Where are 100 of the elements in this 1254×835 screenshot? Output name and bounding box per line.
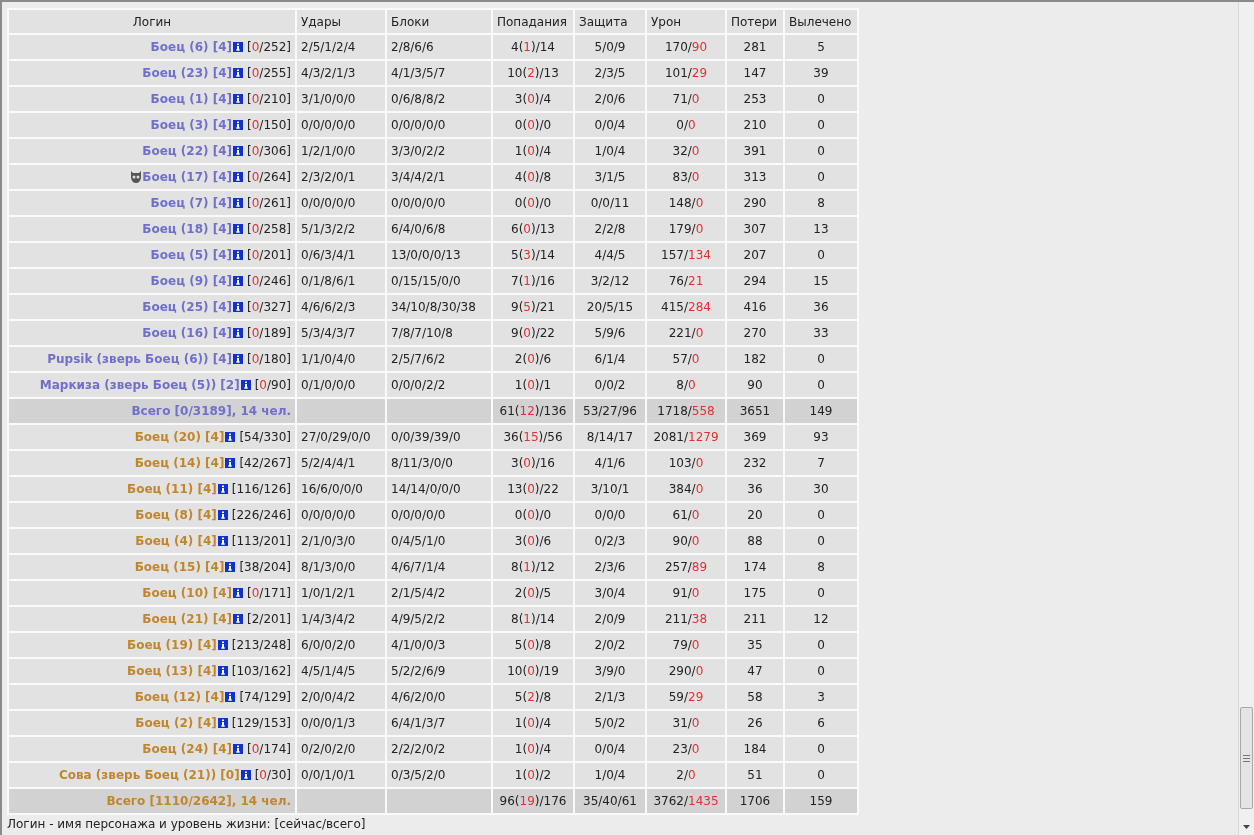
table-cell: 0/6/3/4/1 [296, 242, 386, 268]
fighter-name[interactable]: Боец (3) [4] [150, 118, 233, 132]
table-cell: 211/38 [646, 606, 726, 632]
table-cell: 2/1/3 [574, 684, 646, 710]
table-cell: 61/0 [646, 502, 726, 528]
info-icon[interactable] [225, 692, 236, 702]
table-cell: 5/3/4/3/7 [296, 320, 386, 346]
info-icon[interactable] [217, 666, 228, 676]
health-value: [0/174] [247, 742, 291, 756]
info-icon[interactable] [233, 120, 244, 130]
fighter-name[interactable]: Боец (13) [4] [127, 664, 217, 678]
table-cell: 8/14/17 [574, 424, 646, 450]
table-cell: 10(0)/19 [492, 658, 574, 684]
info-icon[interactable] [225, 458, 236, 468]
fighter-name[interactable]: Боец (15) [4] [134, 560, 225, 574]
health-value: [42/267] [239, 456, 291, 470]
grip-icon [1243, 754, 1250, 762]
table-cell: 5/0/9 [574, 34, 646, 60]
info-icon[interactable] [233, 250, 244, 260]
table-cell: 2/0/0/4/2 [296, 684, 386, 710]
fighter-name[interactable]: Боец (10) [4] [142, 586, 233, 600]
scrollbar-thumb[interactable] [1240, 707, 1253, 809]
info-icon[interactable] [233, 224, 244, 234]
table-cell: 2/1/0/3/0 [296, 528, 386, 554]
fighter-name[interactable]: Боец (5) [4] [150, 248, 233, 262]
info-icon[interactable] [233, 614, 244, 624]
fighter-name[interactable]: Боец (22) [4] [142, 144, 233, 158]
fighter-name[interactable]: Боец (17) [4] [142, 170, 233, 184]
info-icon[interactable] [240, 380, 251, 390]
info-icon[interactable] [233, 68, 244, 78]
fighter-name[interactable]: Боец (18) [4] [142, 222, 233, 236]
table-cell: 33 [784, 320, 858, 346]
table-cell: 91/0 [646, 580, 726, 606]
table-cell: 8(1)/14 [492, 606, 574, 632]
fighter-name[interactable]: Боец (1) [4] [150, 92, 233, 106]
fighter-name[interactable]: Боец (23) [4] [142, 66, 233, 80]
info-icon[interactable] [233, 198, 244, 208]
info-icon[interactable] [233, 354, 244, 364]
table-cell: 0/15/15/0/0 [386, 268, 492, 294]
table-cell: 221/0 [646, 320, 726, 346]
table-cell: 8 [784, 190, 858, 216]
table-cell: 2/3/6 [574, 554, 646, 580]
fighter-name[interactable]: Боец (19) [4] [127, 638, 217, 652]
table-cell: 149 [784, 398, 858, 424]
table-cell: 179/0 [646, 216, 726, 242]
table-cell: 76/21 [646, 268, 726, 294]
fighter-name[interactable]: Боец (16) [4] [142, 326, 233, 340]
table-cell: 3/4/4/2/1 [386, 164, 492, 190]
info-icon[interactable] [233, 172, 244, 182]
fighter-name[interactable]: Боец (11) [4] [127, 482, 217, 496]
health-value: [116/126] [231, 482, 291, 496]
table-cell: 8/1/3/0/0 [296, 554, 386, 580]
info-icon[interactable] [233, 302, 244, 312]
info-icon[interactable] [233, 276, 244, 286]
fighter-name[interactable]: Боец (25) [4] [142, 300, 233, 314]
fighter-name[interactable]: Боец (6) [4] [150, 40, 233, 54]
info-icon[interactable] [217, 510, 228, 520]
fighter-name[interactable]: Боец (8) [4] [135, 508, 217, 522]
fighter-name[interactable]: Боец (24) [4] [142, 742, 233, 756]
scrollbar[interactable] [1238, 2, 1254, 835]
info-icon[interactable] [240, 770, 251, 780]
info-icon[interactable] [233, 94, 244, 104]
fighter-name[interactable]: Боец (20) [4] [134, 430, 225, 444]
table-cell: 0(0)/0 [492, 190, 574, 216]
info-icon[interactable] [217, 718, 228, 728]
fighter-name[interactable]: Pupsik (зверь Боец (6)) [4] [47, 352, 233, 366]
info-icon[interactable] [233, 744, 244, 754]
fighter-name[interactable]: Боец (7) [4] [150, 196, 233, 210]
table-cell: 6(0)/13 [492, 216, 574, 242]
info-icon[interactable] [233, 328, 244, 338]
info-icon[interactable] [217, 640, 228, 650]
table-cell: 148/0 [646, 190, 726, 216]
table-cell: 0/0/0/0/0 [296, 112, 386, 138]
table-cell: 5/0/2 [574, 710, 646, 736]
fighter-name[interactable]: Маркиза (зверь Боец (5)) [2] [39, 378, 240, 392]
fighter-name[interactable]: Боец (4) [4] [135, 534, 217, 548]
fighter-name[interactable]: Боец (14) [4] [134, 456, 225, 470]
info-icon[interactable] [233, 588, 244, 598]
table-cell: 0/1/0/0/0 [296, 372, 386, 398]
fighter-name[interactable]: Боец (21) [4] [142, 612, 233, 626]
table-cell: 4/6/6/2/3 [296, 294, 386, 320]
fighter-name[interactable]: Боец (12) [4] [134, 690, 225, 704]
fighter-name[interactable]: Боец (9) [4] [150, 274, 233, 288]
table-cell: 30 [784, 476, 858, 502]
table-cell: 93 [784, 424, 858, 450]
health-value: [74/129] [239, 690, 291, 704]
table-cell: 1718/558 [646, 398, 726, 424]
fighter-name[interactable]: Боец (2) [4] [135, 716, 217, 730]
info-icon[interactable] [233, 42, 244, 52]
info-icon[interactable] [233, 146, 244, 156]
info-icon[interactable] [217, 536, 228, 546]
table-cell: 0/0/0/0/0 [386, 112, 492, 138]
column-header: Защита [574, 9, 646, 34]
health-value: [0/189] [247, 326, 291, 340]
info-icon[interactable] [225, 432, 236, 442]
table-cell: 4(1)/14 [492, 34, 574, 60]
info-icon[interactable] [225, 562, 236, 572]
info-icon[interactable] [217, 484, 228, 494]
table-cell: 13(0)/22 [492, 476, 574, 502]
fighter-name[interactable]: Сова (зверь Боец (21)) [0] [58, 768, 240, 782]
